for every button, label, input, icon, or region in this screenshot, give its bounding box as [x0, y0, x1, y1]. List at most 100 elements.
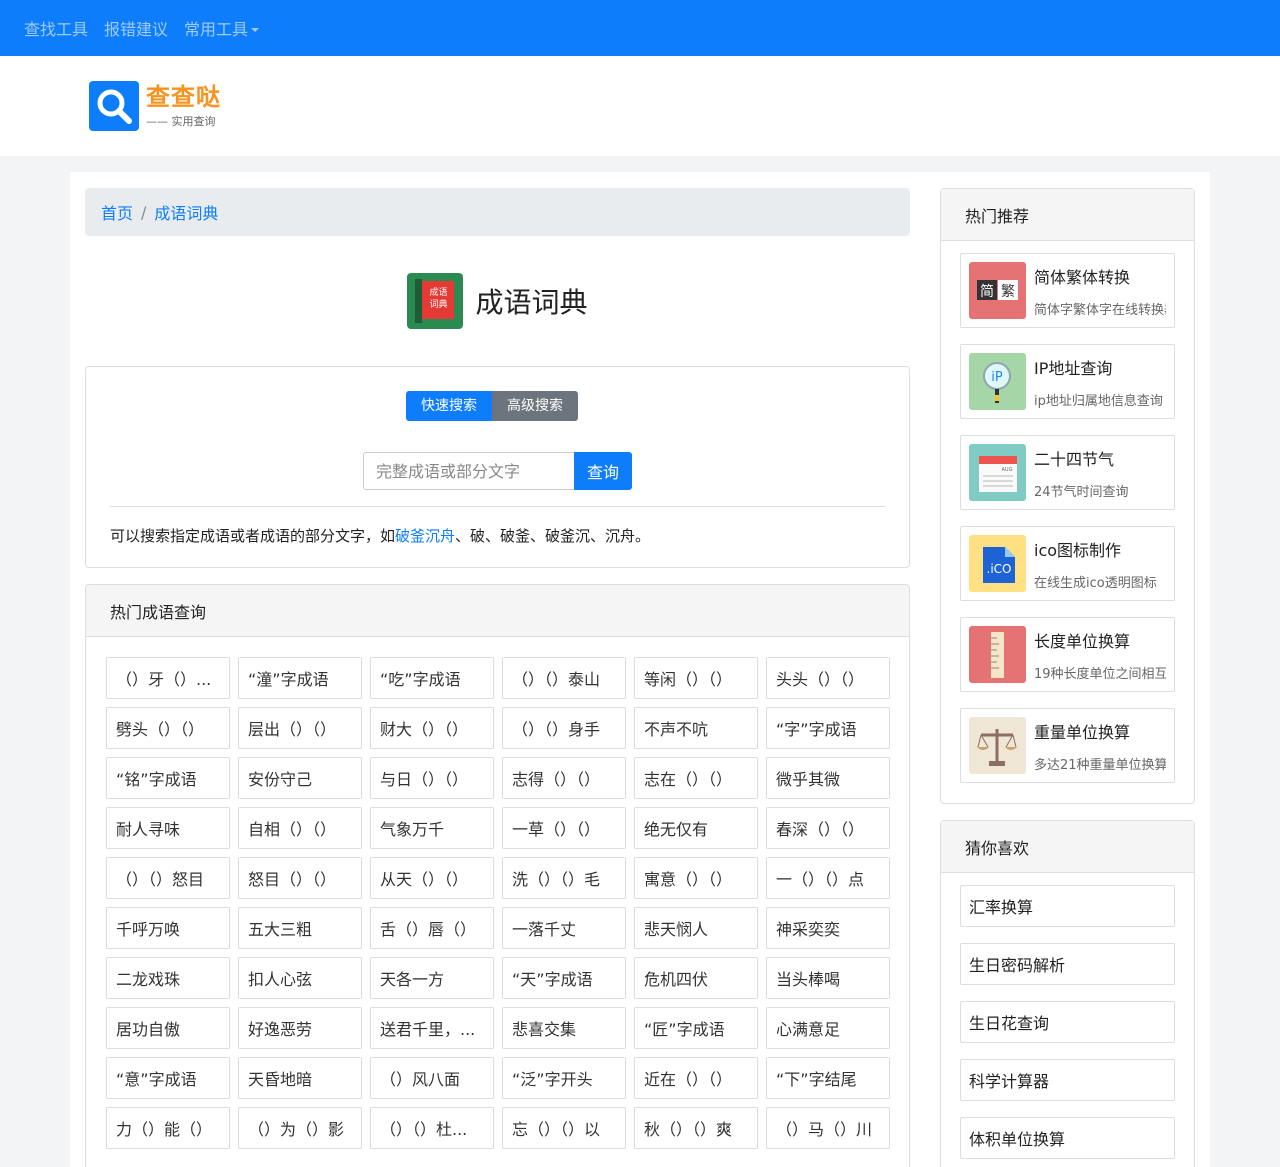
recommend-item[interactable]: .iCO ico图标制作 在线生成ico透明图标 [960, 526, 1175, 601]
idiom-chip[interactable]: 怒目（）（） [238, 857, 362, 899]
idiom-chip[interactable]: 二龙戏珠 [106, 957, 230, 999]
idiom-chip[interactable]: 志在（）（） [634, 757, 758, 799]
recommend-title: 热门推荐 [941, 189, 1194, 241]
recommend-item[interactable]: 简 繁 简体繁体转换 简体字繁体字在线转换器 [960, 253, 1175, 328]
tab-quick-search[interactable]: 快速搜索 [406, 391, 492, 421]
recommend-item-title: 长度单位换算 [1034, 631, 1131, 651]
idiom-chip[interactable]: （）（）怒目 [106, 857, 230, 899]
idiom-chip[interactable]: 寓意（）（） [634, 857, 758, 899]
idiom-chip[interactable]: 与日（）（） [370, 757, 494, 799]
idiom-chip[interactable]: “字”字成语 [766, 707, 890, 749]
magnifier-logo-icon [89, 81, 139, 131]
guess-item[interactable]: 汇率换算 [960, 885, 1175, 927]
idiom-chip[interactable]: 洗（）（）毛 [502, 857, 626, 899]
idiom-chip[interactable]: 居功自傲 [106, 1007, 230, 1049]
idiom-chip[interactable]: 不声不吭 [634, 707, 758, 749]
idiom-chip[interactable]: “天”字成语 [502, 957, 626, 999]
recommend-list: 简 繁 简体繁体转换 简体字繁体字在线转换器 iP IP地址查询 ip地址归属地… [941, 241, 1194, 803]
idiom-chip[interactable]: 近在（）（） [634, 1057, 758, 1099]
guess-item[interactable]: 体积单位换算 [960, 1117, 1175, 1159]
idiom-chip[interactable]: 力（）能（） [106, 1107, 230, 1149]
idiom-chip[interactable]: 安份守己 [238, 757, 362, 799]
recommend-card: 热门推荐 简 繁 简体繁体转换 简体字繁体字在线转换器 iP IP地址查询 ip… [940, 188, 1195, 804]
idiom-chip[interactable]: 绝无仅有 [634, 807, 758, 849]
search-button[interactable]: 查询 [574, 452, 632, 490]
recommend-item[interactable]: AUG 二十四节气 24节气时间查询 [960, 435, 1175, 510]
idiom-chip[interactable]: 等闲（）（） [634, 657, 758, 699]
idiom-chip[interactable]: （）马（）川 [766, 1107, 890, 1149]
idiom-chip[interactable]: 忘（）（）以 [502, 1107, 626, 1149]
nav-report-error[interactable]: 报错建议 [104, 16, 168, 40]
idiom-chip[interactable]: 心满意足 [766, 1007, 890, 1049]
breadcrumb-current[interactable]: 成语词典 [154, 200, 218, 224]
site-logo[interactable]: 查查哒 —— 实用查询 [89, 81, 221, 131]
guess-item[interactable]: 科学计算器 [960, 1059, 1175, 1101]
ip-search-icon: iP [969, 353, 1026, 410]
idiom-chip[interactable]: “吃”字成语 [370, 657, 494, 699]
idiom-chip[interactable]: 劈头（）（） [106, 707, 230, 749]
idiom-chip[interactable]: 微乎其微 [766, 757, 890, 799]
idiom-chip[interactable]: 气象万千 [370, 807, 494, 849]
idiom-chip[interactable]: “泛”字开头 [502, 1057, 626, 1099]
recommend-item[interactable]: 长度单位换算 19种长度单位之间相互换算 [960, 617, 1175, 692]
idiom-chip[interactable]: “铭”字成语 [106, 757, 230, 799]
idiom-chip[interactable]: 千呼万唤 [106, 907, 230, 949]
idiom-chip[interactable]: “潼”字成语 [238, 657, 362, 699]
idiom-chip[interactable]: “下”字结尾 [766, 1057, 890, 1099]
idiom-chip[interactable]: 财大（）（） [370, 707, 494, 749]
idiom-chip[interactable]: （）牙（）... [106, 657, 230, 699]
nav-find-tools[interactable]: 查找工具 [24, 16, 88, 40]
idiom-chip[interactable]: 一草（）（） [502, 807, 626, 849]
idiom-chip[interactable]: （）为（）影 [238, 1107, 362, 1149]
guess-item[interactable]: 生日花查询 [960, 1001, 1175, 1043]
idiom-chip[interactable]: 扣人心弦 [238, 957, 362, 999]
idiom-chip[interactable]: “匠”字成语 [634, 1007, 758, 1049]
recommend-item[interactable]: 重量单位换算 多达21种重量单位换算 [960, 708, 1175, 783]
idiom-chip[interactable]: 五大三粗 [238, 907, 362, 949]
ruler-icon [969, 626, 1026, 683]
guess-item[interactable]: 生日密码解析 [960, 943, 1175, 985]
idiom-chip[interactable]: 一落千丈 [502, 907, 626, 949]
recommend-item-desc: 19种长度单位之间相互换算 [1034, 666, 1166, 682]
idiom-chip[interactable]: 层出（）（） [238, 707, 362, 749]
idiom-chip[interactable]: 天各一方 [370, 957, 494, 999]
idiom-chip[interactable]: （）（）泰山 [502, 657, 626, 699]
recommend-item[interactable]: iP IP地址查询 ip地址归属地信息查询 [960, 344, 1175, 419]
idiom-chip[interactable]: 舌（）唇（） [370, 907, 494, 949]
breadcrumb-home[interactable]: 首页 [101, 200, 133, 224]
idiom-chip[interactable]: 从天（）（） [370, 857, 494, 899]
idiom-chip[interactable]: 悲天悯人 [634, 907, 758, 949]
site-header: 查查哒 —— 实用查询 [0, 56, 1280, 156]
tab-advanced-search[interactable]: 高级搜索 [492, 391, 578, 421]
nav-common-tools-dropdown[interactable]: 常用工具 [184, 16, 260, 40]
hint-example-link[interactable]: 破釜沉舟 [395, 527, 455, 545]
idiom-chip[interactable]: 志得（）（） [502, 757, 626, 799]
nav-common-tools-label: 常用工具 [184, 20, 249, 39]
search-input[interactable] [363, 452, 574, 490]
idiom-chip[interactable]: 好逸恶劳 [238, 1007, 362, 1049]
idiom-chip[interactable]: 送君千里，... [370, 1007, 494, 1049]
idiom-chip[interactable]: （）（）杜... [370, 1107, 494, 1149]
recommend-item-desc: 24节气时间查询 [1034, 484, 1129, 500]
idiom-chip[interactable]: 自相（）（） [238, 807, 362, 849]
idiom-chip[interactable]: 当头棒喝 [766, 957, 890, 999]
logo-subtitle: —— 实用查询 [146, 115, 216, 128]
idiom-chip[interactable]: （）风八面 [370, 1057, 494, 1099]
idiom-chip[interactable]: 耐人寻味 [106, 807, 230, 849]
idiom-chip[interactable]: 危机四伏 [634, 957, 758, 999]
idiom-chip[interactable]: 神采奕奕 [766, 907, 890, 949]
idiom-chip[interactable]: 秋（）（）爽 [634, 1107, 758, 1149]
search-hint: 可以搜索指定成语或者成语的部分文字，如破釜沉舟、破、破釜、破釜沉、沉舟。 [110, 527, 651, 545]
hot-idioms-grid: （）牙（）... “潼”字成语 “吃”字成语 （）（）泰山 等闲（）（） 头头（）（） 劈头… [86, 637, 909, 1149]
idiom-chip[interactable]: （）（）身手 [502, 707, 626, 749]
idiom-chip[interactable]: 春深（）（） [766, 807, 890, 849]
idiom-chip[interactable]: 头头（）（） [766, 657, 890, 699]
svg-text:iP: iP [991, 370, 1003, 385]
idiom-chip[interactable]: 一（）（）点 [766, 857, 890, 899]
idiom-chip[interactable]: 悲喜交集 [502, 1007, 626, 1049]
simplified-traditional-icon: 简 繁 [969, 262, 1026, 319]
page-title: 成语词典 [475, 286, 588, 319]
ico-file-icon: .iCO [969, 535, 1026, 592]
idiom-chip[interactable]: “意”字成语 [106, 1057, 230, 1099]
idiom-chip[interactable]: 天昏地暗 [238, 1057, 362, 1099]
